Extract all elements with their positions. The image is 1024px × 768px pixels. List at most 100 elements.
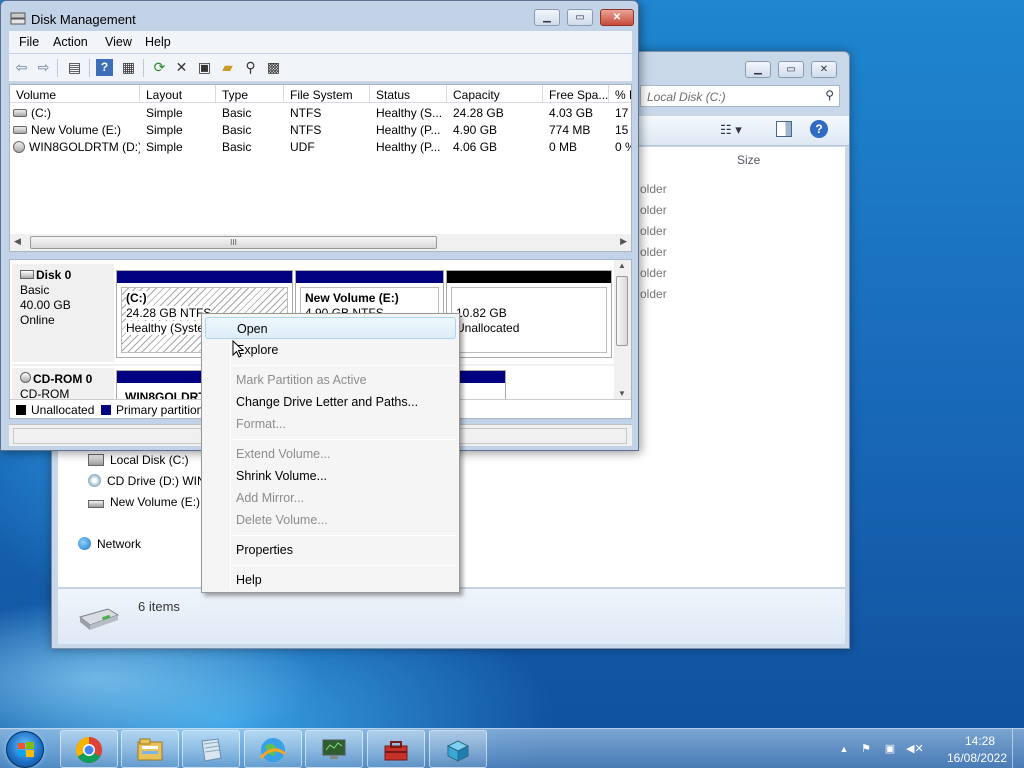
- column-header-capacity[interactable]: Capacity: [447, 85, 543, 103]
- size-column-header[interactable]: Size: [737, 153, 760, 167]
- table-row[interactable]: (C:) Simple Basic NTFS Healthy (S... 24.…: [10, 105, 631, 122]
- nav-item-local-disk-c[interactable]: Local Disk (C:): [88, 453, 189, 467]
- status-cell: Healthy (P...: [376, 140, 441, 154]
- table-row[interactable]: New Volume (E:) Simple Basic NTFS Health…: [10, 122, 631, 139]
- column-header-layout[interactable]: Layout: [140, 85, 216, 103]
- partition-unallocated[interactable]: 10.82 GB Unallocated: [446, 270, 612, 358]
- legend-primary-partition: Primary partition: [101, 403, 203, 417]
- scrollbar-thumb[interactable]: III: [30, 236, 437, 249]
- taskbar-toolbox-button[interactable]: [367, 730, 425, 768]
- menu-item-mark-partition-active[interactable]: Mark Partition as Active: [236, 373, 367, 387]
- menu-view[interactable]: View: [105, 35, 132, 49]
- taskbar-explorer-button[interactable]: [121, 730, 179, 768]
- column-header-type[interactable]: Type: [216, 85, 284, 103]
- explorer-maximize-button[interactable]: ▭: [778, 61, 804, 78]
- nav-item-network[interactable]: Network: [78, 537, 141, 551]
- partition-status: Unallocated: [456, 321, 520, 335]
- menu-help[interactable]: Help: [145, 35, 171, 49]
- free-space-cell: 0 MB: [549, 140, 578, 154]
- show-hidden-icons-icon[interactable]: ▲: [836, 741, 852, 757]
- percent-free-cell: 15: [615, 123, 629, 137]
- forward-arrow-icon[interactable]: ⇨: [35, 59, 52, 76]
- volume-name: New Volume (E:): [31, 123, 122, 137]
- menu-item-delete-volume[interactable]: Delete Volume...: [236, 513, 328, 527]
- type-cell: Basic: [222, 123, 252, 137]
- taskbar-monitor-button[interactable]: [305, 730, 363, 768]
- nav-item-cd-drive-d[interactable]: CD Drive (D:) WIN: [88, 474, 206, 488]
- explorer-minimize-button[interactable]: ▁: [745, 61, 771, 78]
- refresh-icon[interactable]: ⟳: [151, 59, 168, 76]
- column-header-percent-free[interactable]: % F: [609, 85, 631, 103]
- drive-icon: [88, 500, 104, 508]
- column-header-free-space[interactable]: Free Spa...: [543, 85, 609, 103]
- nav-item-new-volume-e[interactable]: New Volume (E:): [88, 495, 200, 509]
- notepad-icon: [201, 738, 222, 762]
- properties-icon[interactable]: ▦: [120, 59, 137, 76]
- taskbar-notepad-button[interactable]: [182, 730, 240, 768]
- volume-muted-icon[interactable]: ◀✕: [906, 741, 924, 757]
- back-arrow-icon[interactable]: ⇦: [13, 59, 30, 76]
- preview-pane-icon[interactable]: [776, 121, 792, 137]
- scrollbar-grip: III: [230, 238, 237, 247]
- menu-item-format[interactable]: Format...: [236, 417, 286, 431]
- console-tree-icon[interactable]: ▤: [66, 59, 83, 76]
- taskbar-package-button[interactable]: [429, 730, 487, 768]
- volume-name: WIN8GOLDRTM (D:): [29, 140, 140, 154]
- scroll-down-icon[interactable]: ▼: [618, 389, 626, 398]
- layout-cell: Simple: [146, 140, 183, 154]
- status-cell: Healthy (S...: [376, 106, 443, 120]
- taskbar-network-button[interactable]: [244, 730, 302, 768]
- menu-item-change-drive-letter[interactable]: Change Drive Letter and Paths...: [236, 395, 418, 409]
- explorer-close-button[interactable]: ✕: [811, 61, 837, 78]
- table-row[interactable]: WIN8GOLDRTM (D:) Simple Basic UDF Health…: [10, 139, 631, 156]
- vertical-scrollbar[interactable]: ▲ ▼: [614, 260, 631, 399]
- column-header-volume[interactable]: Volume: [10, 85, 140, 103]
- taskbar-chrome-button[interactable]: [60, 730, 118, 768]
- menu-item-open[interactable]: Open: [205, 317, 456, 339]
- menu-item-shrink-volume[interactable]: Shrink Volume...: [236, 469, 327, 483]
- action-center-flag-icon[interactable]: ⚑: [858, 741, 874, 757]
- folder-type-fragment: older: [640, 224, 667, 238]
- maximize-button[interactable]: ▭: [567, 9, 593, 26]
- scroll-right-icon[interactable]: ▶: [620, 236, 627, 247]
- percent-free-cell: 17: [615, 106, 629, 120]
- delete-icon[interactable]: ✕: [173, 59, 190, 76]
- help-icon[interactable]: ?: [810, 120, 828, 138]
- menu-item-add-mirror[interactable]: Add Mirror...: [236, 491, 304, 505]
- network-status-icon[interactable]: ▣: [882, 741, 898, 757]
- search-icon[interactable]: ⚲: [825, 88, 834, 102]
- column-header-status[interactable]: Status: [370, 85, 447, 103]
- scroll-left-icon[interactable]: ◀: [14, 236, 21, 247]
- search-icon[interactable]: ⚲: [242, 59, 259, 76]
- legend-swatch: [101, 405, 111, 415]
- help-icon[interactable]: ?: [96, 59, 113, 76]
- column-header-file-system[interactable]: File System: [284, 85, 370, 103]
- network-icon: [78, 537, 91, 550]
- start-button[interactable]: [6, 731, 44, 768]
- disk-0-header[interactable]: Disk 0 Basic 40.00 GB Online: [12, 264, 114, 362]
- explorer-navigation-pane: Local Disk (C:) CD Drive (D:) WIN New Vo…: [58, 447, 208, 587]
- checklist-icon[interactable]: ▣: [196, 59, 213, 76]
- menu-item-properties[interactable]: Properties: [236, 543, 293, 557]
- menu-separator: [233, 365, 456, 366]
- clock-date[interactable]: 16/08/2022: [938, 751, 1016, 765]
- minimize-button[interactable]: ▁: [534, 9, 560, 26]
- horizontal-scrollbar[interactable]: ◀ III ▶: [10, 234, 631, 251]
- menu-action[interactable]: Action: [53, 35, 88, 49]
- show-desktop-button[interactable]: [1012, 729, 1024, 768]
- scroll-up-icon[interactable]: ▲: [618, 261, 626, 270]
- menu-item-extend-volume[interactable]: Extend Volume...: [236, 447, 331, 461]
- clock-time[interactable]: 14:28: [954, 734, 1006, 748]
- view-options-icon[interactable]: ☷ ▾: [720, 122, 742, 138]
- menu-file[interactable]: File: [19, 35, 39, 49]
- unallocated-bar: [447, 271, 611, 283]
- close-button[interactable]: ✕: [600, 9, 634, 26]
- capacity-cell: 24.28 GB: [453, 106, 504, 120]
- disk-management-app-icon: [10, 12, 26, 25]
- menu-item-help[interactable]: Help: [236, 573, 262, 587]
- settings-icon[interactable]: ▩: [265, 59, 282, 76]
- scrollbar-thumb[interactable]: [616, 276, 628, 346]
- menu-separator: [233, 535, 456, 536]
- open-folder-icon[interactable]: ▰: [219, 59, 236, 76]
- explorer-search-input[interactable]: Local Disk (C:) ⚲: [640, 85, 840, 107]
